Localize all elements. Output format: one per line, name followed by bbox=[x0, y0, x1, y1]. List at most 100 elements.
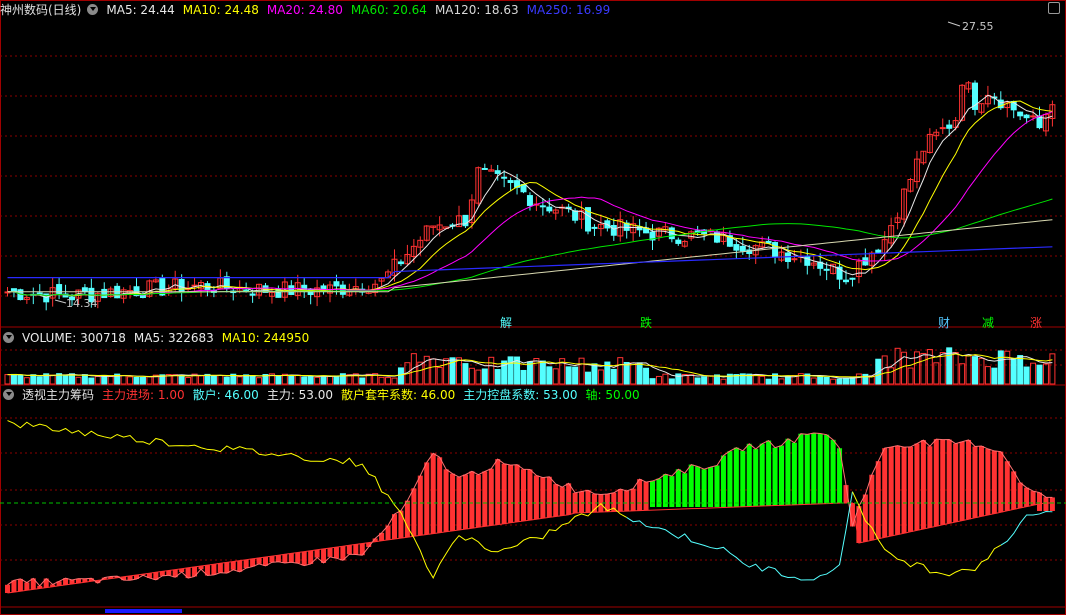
indicator-bar bbox=[714, 465, 720, 507]
volume-bar bbox=[327, 375, 333, 385]
indicator-bar bbox=[579, 491, 585, 513]
high-price-label: 27.55 bbox=[962, 20, 994, 33]
main-chart-header: 神州数码(日线) MA5: 24.44 MA10: 24.48 MA20: 24.80… bbox=[0, 2, 618, 18]
volume-bar bbox=[920, 352, 927, 385]
indicator-retail-trap: 散户套牢系数: 46.00 bbox=[341, 388, 456, 402]
indicator-bar bbox=[469, 471, 475, 529]
volume-bar bbox=[675, 373, 682, 385]
indicator-bar bbox=[914, 443, 920, 531]
collapse-icon[interactable] bbox=[3, 389, 14, 400]
event-tag-unlock[interactable]: 解 bbox=[500, 314, 512, 331]
volume-bar bbox=[1049, 353, 1056, 385]
volume-bar bbox=[520, 369, 527, 385]
indicator-bar bbox=[791, 442, 797, 505]
chart-canvas bbox=[0, 0, 1066, 615]
indicator-bar bbox=[908, 446, 913, 532]
event-tag-finance[interactable]: 财 bbox=[938, 314, 950, 331]
indicator-bar bbox=[682, 473, 688, 507]
volume-bar bbox=[314, 376, 321, 385]
ma60-value: MA60: 20.64 bbox=[350, 3, 427, 17]
indicator-bar bbox=[333, 547, 339, 559]
volume-bar bbox=[823, 376, 830, 385]
indicator-bar bbox=[779, 445, 784, 506]
indicator-bar bbox=[456, 477, 462, 530]
indicator-bar bbox=[978, 446, 984, 517]
candle-body bbox=[772, 242, 779, 258]
volume-bar bbox=[23, 377, 30, 385]
volume-bar bbox=[210, 375, 217, 385]
indicator-bar bbox=[495, 459, 501, 525]
indicator-bar bbox=[237, 560, 243, 572]
indicator-bar bbox=[443, 469, 449, 532]
indicator-bar bbox=[314, 549, 320, 558]
indicator-bar bbox=[424, 462, 430, 535]
volume-bar bbox=[294, 374, 301, 385]
indicator-bar bbox=[521, 469, 526, 521]
event-tag-reduce[interactable]: 减 bbox=[982, 314, 994, 331]
indicator-bar bbox=[804, 434, 810, 505]
volume-bar bbox=[546, 366, 553, 385]
volume-bar bbox=[185, 377, 192, 385]
volume-bar bbox=[668, 378, 675, 385]
volume-bar bbox=[765, 378, 772, 385]
volume-bar bbox=[146, 376, 153, 385]
indicator-bar bbox=[695, 466, 701, 507]
volume-bar bbox=[643, 367, 650, 385]
indicator-bar bbox=[540, 477, 546, 519]
volume-bar bbox=[36, 376, 43, 385]
indicator-bar bbox=[559, 487, 565, 516]
volume-bar bbox=[836, 378, 843, 385]
indicator-title: 透视主力筹码 bbox=[22, 388, 95, 402]
volume-bar bbox=[217, 374, 224, 385]
retail-line bbox=[851, 491, 1002, 577]
volume-bar bbox=[552, 368, 559, 385]
volume-bar bbox=[62, 374, 69, 385]
indicator-bar bbox=[411, 488, 417, 537]
indicator-bar bbox=[398, 510, 404, 539]
volume-bar bbox=[430, 358, 437, 385]
indicator-bar bbox=[327, 548, 333, 557]
candle-body bbox=[591, 226, 598, 229]
indicator-bar bbox=[404, 500, 410, 538]
volume-bar bbox=[610, 368, 617, 385]
volume-bar bbox=[198, 375, 204, 385]
indicator-bar bbox=[624, 490, 630, 512]
volume-bar bbox=[507, 356, 514, 385]
volume-bar bbox=[391, 377, 398, 385]
indicator-bar bbox=[230, 561, 236, 570]
volume-bar bbox=[972, 356, 978, 385]
close-icon[interactable] bbox=[1048, 2, 1060, 14]
volume-bar bbox=[907, 367, 914, 385]
volume-bar bbox=[249, 375, 256, 385]
volume-header: VOLUME: 300718 MA5: 322683 MA10: 244950 bbox=[0, 330, 317, 346]
scroll-thumb bbox=[105, 609, 182, 613]
candle-body bbox=[765, 240, 772, 244]
indicator-bar bbox=[766, 440, 772, 506]
volume-bar bbox=[75, 376, 82, 385]
indicator-bar bbox=[275, 555, 281, 562]
event-tag-rise[interactable]: 涨 bbox=[1030, 314, 1042, 331]
collapse-icon[interactable] bbox=[87, 4, 99, 15]
volume-bar bbox=[952, 351, 959, 385]
volume-bar bbox=[475, 369, 482, 385]
volume-bar bbox=[1042, 363, 1049, 385]
indicator-bar bbox=[701, 469, 707, 507]
candle-body bbox=[249, 293, 256, 296]
collapse-icon[interactable] bbox=[3, 332, 14, 343]
volume-bar bbox=[333, 375, 340, 385]
indicator-bar bbox=[256, 557, 262, 564]
volume-bar bbox=[288, 375, 295, 385]
indicator-bar bbox=[933, 439, 939, 527]
volume-bar bbox=[991, 367, 998, 385]
event-tag-drop[interactable]: 跌 bbox=[640, 314, 652, 331]
volume-bar bbox=[539, 360, 546, 385]
indicator-bar bbox=[669, 476, 675, 507]
indicator-bar bbox=[882, 448, 888, 538]
volume-bar bbox=[436, 366, 443, 385]
volume-bar bbox=[88, 377, 95, 385]
volume-bar bbox=[855, 373, 862, 385]
candle-body bbox=[1023, 114, 1030, 119]
volume-bar bbox=[959, 363, 966, 385]
indicator-bar bbox=[972, 446, 978, 518]
volume-bar bbox=[127, 376, 134, 385]
